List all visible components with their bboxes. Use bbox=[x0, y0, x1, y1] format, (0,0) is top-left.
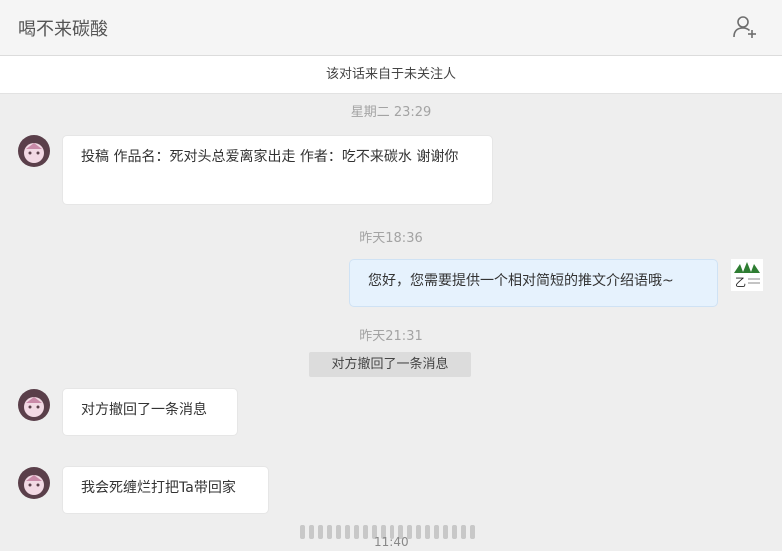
timestamp: 11:40 bbox=[374, 535, 409, 549]
avatar-other[interactable] bbox=[18, 135, 50, 167]
add-contact-icon[interactable] bbox=[732, 14, 758, 40]
message-bubble[interactable]: 我会死缠烂打把Ta带回家 bbox=[63, 467, 268, 513]
svg-text:乙: 乙 bbox=[735, 276, 746, 289]
message-text: 您好，您需要提供一个相对简短的推文介绍语哦~ bbox=[368, 273, 674, 289]
chat-header: 喝不来碳酸 bbox=[0, 0, 782, 56]
timestamp: 星期二 23:29 bbox=[350, 105, 432, 120]
message-bubble[interactable]: 投稿 作品名：死对头总爱离家出走 作者：吃不来碳水 谢谢你 bbox=[63, 136, 492, 204]
system-message: 对方撤回了一条消息 bbox=[309, 352, 471, 377]
message-bubble-self[interactable]: 您好，您需要提供一个相对简短的推文介绍语哦~ bbox=[350, 260, 717, 306]
stranger-notice: 该对话来自于未关注人 bbox=[0, 56, 782, 94]
message-text: 投稿 作品名：死对头总爱离家出走 作者：吃不来碳水 谢谢你 bbox=[81, 149, 459, 165]
message-text: 我会死缠烂打把Ta带回家 bbox=[81, 480, 236, 496]
message-text: 对方撤回了一条消息 bbox=[81, 402, 207, 418]
avatar-other[interactable] bbox=[18, 467, 50, 499]
avatar-other[interactable] bbox=[18, 389, 50, 421]
timestamp: 昨天18:36 bbox=[359, 231, 423, 246]
avatar-self[interactable]: 乙 bbox=[731, 259, 763, 291]
timestamp: 昨天21:31 bbox=[359, 329, 423, 344]
message-bubble[interactable]: 对方撤回了一条消息 bbox=[63, 389, 237, 435]
chat-title: 喝不来碳酸 bbox=[18, 19, 108, 40]
